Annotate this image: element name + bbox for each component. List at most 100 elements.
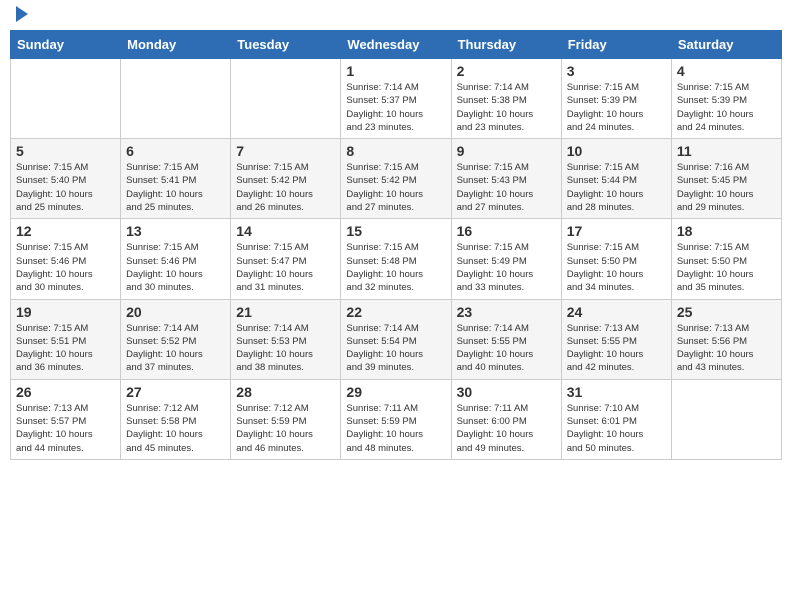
calendar-cell: 28 Sunrise: 7:12 AM Sunset: 5:59 PM Dayli… [231,379,341,459]
day-number: 14 [236,223,335,239]
calendar-cell: 21 Sunrise: 7:14 AM Sunset: 5:53 PM Dayli… [231,299,341,379]
calendar-cell: 16 Sunrise: 7:15 AM Sunset: 5:49 PM Dayli… [451,219,561,299]
week-row-5: 26 Sunrise: 7:13 AM Sunset: 5:57 PM Dayli… [11,379,782,459]
calendar-cell: 12 Sunrise: 7:15 AM Sunset: 5:46 PM Dayli… [11,219,121,299]
calendar-cell: 2 Sunrise: 7:14 AM Sunset: 5:38 PM Daylig… [451,59,561,139]
day-number: 12 [16,223,115,239]
day-number: 31 [567,384,666,400]
day-number: 2 [457,63,556,79]
day-number: 21 [236,304,335,320]
day-number: 20 [126,304,225,320]
day-info: Sunrise: 7:15 AM Sunset: 5:50 PM Dayligh… [567,241,666,294]
day-number: 4 [677,63,776,79]
logo-arrow-icon [16,6,28,22]
calendar-body: 1 Sunrise: 7:14 AM Sunset: 5:37 PM Daylig… [11,59,782,460]
day-number: 9 [457,143,556,159]
calendar-cell: 15 Sunrise: 7:15 AM Sunset: 5:48 PM Dayli… [341,219,451,299]
day-info: Sunrise: 7:13 AM Sunset: 5:55 PM Dayligh… [567,322,666,375]
day-info: Sunrise: 7:15 AM Sunset: 5:42 PM Dayligh… [346,161,445,214]
day-info: Sunrise: 7:13 AM Sunset: 5:57 PM Dayligh… [16,402,115,455]
day-number: 1 [346,63,445,79]
calendar-cell: 1 Sunrise: 7:14 AM Sunset: 5:37 PM Daylig… [341,59,451,139]
calendar-cell: 13 Sunrise: 7:15 AM Sunset: 5:46 PM Dayli… [121,219,231,299]
day-header-tuesday: Tuesday [231,31,341,59]
day-info: Sunrise: 7:15 AM Sunset: 5:47 PM Dayligh… [236,241,335,294]
calendar-cell: 14 Sunrise: 7:15 AM Sunset: 5:47 PM Dayli… [231,219,341,299]
day-info: Sunrise: 7:15 AM Sunset: 5:39 PM Dayligh… [567,81,666,134]
day-info: Sunrise: 7:15 AM Sunset: 5:42 PM Dayligh… [236,161,335,214]
calendar-cell: 5 Sunrise: 7:15 AM Sunset: 5:40 PM Daylig… [11,139,121,219]
day-info: Sunrise: 7:15 AM Sunset: 5:44 PM Dayligh… [567,161,666,214]
day-number: 13 [126,223,225,239]
calendar-cell: 7 Sunrise: 7:15 AM Sunset: 5:42 PM Daylig… [231,139,341,219]
calendar-cell: 8 Sunrise: 7:15 AM Sunset: 5:42 PM Daylig… [341,139,451,219]
calendar-cell: 20 Sunrise: 7:14 AM Sunset: 5:52 PM Dayli… [121,299,231,379]
day-number: 24 [567,304,666,320]
calendar-cell [231,59,341,139]
day-info: Sunrise: 7:12 AM Sunset: 5:58 PM Dayligh… [126,402,225,455]
day-info: Sunrise: 7:15 AM Sunset: 5:48 PM Dayligh… [346,241,445,294]
day-info: Sunrise: 7:15 AM Sunset: 5:46 PM Dayligh… [126,241,225,294]
day-number: 6 [126,143,225,159]
day-info: Sunrise: 7:14 AM Sunset: 5:55 PM Dayligh… [457,322,556,375]
day-header-friday: Friday [561,31,671,59]
day-number: 7 [236,143,335,159]
day-number: 19 [16,304,115,320]
day-info: Sunrise: 7:10 AM Sunset: 6:01 PM Dayligh… [567,402,666,455]
day-info: Sunrise: 7:15 AM Sunset: 5:43 PM Dayligh… [457,161,556,214]
day-info: Sunrise: 7:12 AM Sunset: 5:59 PM Dayligh… [236,402,335,455]
calendar-cell: 4 Sunrise: 7:15 AM Sunset: 5:39 PM Daylig… [671,59,781,139]
day-number: 15 [346,223,445,239]
calendar-cell: 19Sunrise: 7:15 AM Sunset: 5:51 PM Dayli… [11,299,121,379]
day-number: 25 [677,304,776,320]
day-info: Sunrise: 7:13 AM Sunset: 5:56 PM Dayligh… [677,322,776,375]
day-info: Sunrise: 7:15 AM Sunset: 5:49 PM Dayligh… [457,241,556,294]
day-header-thursday: Thursday [451,31,561,59]
page-header [10,10,782,22]
day-info: Sunrise: 7:15 AM Sunset: 5:41 PM Dayligh… [126,161,225,214]
week-row-2: 5 Sunrise: 7:15 AM Sunset: 5:40 PM Daylig… [11,139,782,219]
day-number: 27 [126,384,225,400]
day-number: 28 [236,384,335,400]
day-info: Sunrise: 7:11 AM Sunset: 5:59 PM Dayligh… [346,402,445,455]
day-info: Sunrise: 7:16 AM Sunset: 5:45 PM Dayligh… [677,161,776,214]
day-info: Sunrise: 7:14 AM Sunset: 5:53 PM Dayligh… [236,322,335,375]
week-row-3: 12 Sunrise: 7:15 AM Sunset: 5:46 PM Dayli… [11,219,782,299]
day-info: Sunrise: 7:15 AM Sunset: 5:39 PM Dayligh… [677,81,776,134]
day-number: 26 [16,384,115,400]
day-info: Sunrise: 7:14 AM Sunset: 5:52 PM Dayligh… [126,322,225,375]
day-header-wednesday: Wednesday [341,31,451,59]
day-info: Sunrise: 7:15 AM Sunset: 5:50 PM Dayligh… [677,241,776,294]
day-number: 30 [457,384,556,400]
week-row-1: 1 Sunrise: 7:14 AM Sunset: 5:37 PM Daylig… [11,59,782,139]
calendar-cell: 30 Sunrise: 7:11 AM Sunset: 6:00 PM Dayli… [451,379,561,459]
calendar-cell: 25 Sunrise: 7:13 AM Sunset: 5:56 PM Dayli… [671,299,781,379]
day-number: 16 [457,223,556,239]
calendar-cell: 27 Sunrise: 7:12 AM Sunset: 5:58 PM Dayli… [121,379,231,459]
day-info: Sunrise: 7:14 AM Sunset: 5:38 PM Dayligh… [457,81,556,134]
calendar-cell: 24 Sunrise: 7:13 AM Sunset: 5:55 PM Dayli… [561,299,671,379]
calendar-cell [121,59,231,139]
calendar-cell: 23Sunrise: 7:14 AM Sunset: 5:55 PM Dayli… [451,299,561,379]
calendar-cell: 17Sunrise: 7:15 AM Sunset: 5:50 PM Dayli… [561,219,671,299]
day-info: Sunrise: 7:15 AM Sunset: 5:46 PM Dayligh… [16,241,115,294]
calendar-cell: 31 Sunrise: 7:10 AM Sunset: 6:01 PM Dayli… [561,379,671,459]
day-header-monday: Monday [121,31,231,59]
calendar-cell: 9 Sunrise: 7:15 AM Sunset: 5:43 PM Daylig… [451,139,561,219]
calendar-table: SundayMondayTuesdayWednesdayThursdayFrid… [10,30,782,460]
day-info: Sunrise: 7:14 AM Sunset: 5:54 PM Dayligh… [346,322,445,375]
calendar-cell [11,59,121,139]
week-row-4: 19Sunrise: 7:15 AM Sunset: 5:51 PM Dayli… [11,299,782,379]
calendar-cell: 6 Sunrise: 7:15 AM Sunset: 5:41 PM Daylig… [121,139,231,219]
calendar-cell: 11Sunrise: 7:16 AM Sunset: 5:45 PM Dayli… [671,139,781,219]
day-number: 18 [677,223,776,239]
day-number: 8 [346,143,445,159]
day-info: Sunrise: 7:15 AM Sunset: 5:40 PM Dayligh… [16,161,115,214]
calendar-header-row: SundayMondayTuesdayWednesdayThursdayFrid… [11,31,782,59]
day-info: Sunrise: 7:14 AM Sunset: 5:37 PM Dayligh… [346,81,445,134]
day-number: 10 [567,143,666,159]
day-info: Sunrise: 7:11 AM Sunset: 6:00 PM Dayligh… [457,402,556,455]
day-number: 5 [16,143,115,159]
calendar-cell [671,379,781,459]
calendar-cell: 3Sunrise: 7:15 AM Sunset: 5:39 PM Daylig… [561,59,671,139]
